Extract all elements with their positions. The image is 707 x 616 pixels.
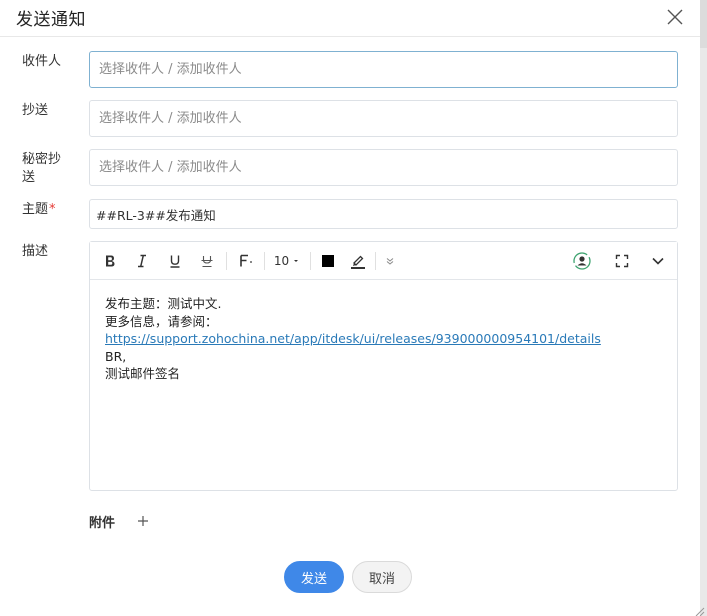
bcc-label: 秘密抄 送 xyxy=(22,151,61,187)
rich-text-editor[interactable]: 10 发布主题：测试中文. 更多信息，请参阅： https://support.… xyxy=(89,241,678,491)
cc-input[interactable] xyxy=(90,101,677,136)
to-field[interactable] xyxy=(89,51,678,88)
close-icon[interactable] xyxy=(664,6,686,28)
font-size-value: 10 xyxy=(273,254,290,268)
to-label: 收件人 xyxy=(22,54,62,69)
send-notification-dialog: 发送通知 收件人 抄送 秘密抄 送 主题* 描述 xyxy=(0,0,707,616)
subject-label-text: 主题 xyxy=(22,202,49,217)
subject-input[interactable] xyxy=(90,200,677,228)
toolbar-separator xyxy=(226,252,227,270)
bcc-input[interactable] xyxy=(90,150,677,185)
bcc-label-line2: 送 xyxy=(22,170,36,185)
body-line-4: BR, xyxy=(105,348,127,364)
more-icon[interactable] xyxy=(382,250,398,272)
font-icon[interactable] xyxy=(235,250,259,272)
send-button[interactable]: 发送 xyxy=(284,561,344,593)
bcc-label-line1: 秘密抄 xyxy=(22,152,62,167)
bold-icon[interactable] xyxy=(100,250,120,272)
cc-label: 抄送 xyxy=(22,103,49,118)
bcc-field[interactable] xyxy=(89,149,678,186)
required-mark: * xyxy=(49,202,56,217)
subject-label: 主题* xyxy=(22,201,56,219)
attachments-label: 附件 xyxy=(89,516,116,531)
add-attachment-icon[interactable] xyxy=(136,513,150,527)
to-input[interactable] xyxy=(90,52,677,87)
release-details-link[interactable]: https://support.zohochina.net/app/itdesk… xyxy=(105,330,601,348)
italic-icon[interactable] xyxy=(132,250,152,272)
dialog-title: 发送通知 xyxy=(16,10,86,30)
window-edge xyxy=(700,0,707,616)
toolbar-separator xyxy=(375,252,376,270)
body-line-1: 发布主题：测试中文. xyxy=(105,296,222,311)
cc-field[interactable] xyxy=(89,100,678,137)
editor-toolbar: 10 xyxy=(90,242,677,280)
body-line-5: 测试邮件签名 xyxy=(105,366,181,381)
text-color-icon[interactable] xyxy=(318,250,338,272)
dialog-header: 发送通知 xyxy=(0,0,700,37)
strikethrough-icon[interactable] xyxy=(197,250,217,272)
window-edge-top xyxy=(700,0,707,48)
resize-handle-icon[interactable] xyxy=(693,602,705,616)
font-size-select[interactable]: 10 xyxy=(272,250,302,272)
subject-field[interactable] xyxy=(89,199,678,229)
description-label: 描述 xyxy=(22,244,49,259)
fullscreen-icon[interactable] xyxy=(611,250,633,272)
toolbar-separator xyxy=(264,252,265,270)
caret-down-icon xyxy=(294,260,299,262)
user-sync-icon[interactable] xyxy=(571,250,593,272)
highlight-icon[interactable] xyxy=(348,250,368,272)
chevron-down-icon[interactable] xyxy=(647,250,669,272)
editor-content[interactable]: 发布主题：测试中文. 更多信息，请参阅： https://support.zoh… xyxy=(105,295,601,383)
toolbar-separator xyxy=(310,252,311,270)
body-line-2: 更多信息，请参阅： xyxy=(105,313,218,329)
underline-icon[interactable] xyxy=(165,250,185,272)
cancel-button[interactable]: 取消 xyxy=(352,561,412,593)
